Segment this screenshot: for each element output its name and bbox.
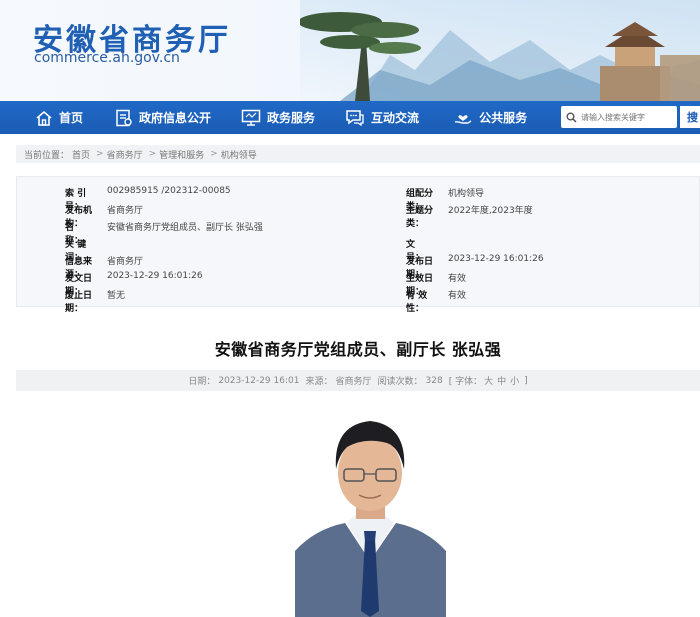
chat-icon (346, 109, 364, 126)
nav-label: 互动交流 (371, 111, 420, 125)
breadcrumb-link-management[interactable]: 管理和服务 (159, 148, 204, 161)
meta-topic: 主题分类： 2022年度,2023年度 (406, 206, 533, 229)
article-date: 2023-12-29 16:01 (218, 375, 300, 386)
breadcrumb-link-home[interactable]: 首页 (72, 148, 90, 161)
breadcrumb: 当前位置： 首页 > 省商务厅 > 管理和服务 > 机构领导 (16, 145, 700, 163)
nav-label: 公共服务 (479, 111, 528, 125)
site-url: commerce.ah.gov.cn (34, 50, 180, 66)
breadcrumb-separator: > (96, 149, 104, 159)
search-button[interactable]: 搜 (680, 106, 700, 128)
breadcrumb-prefix: 当前位置： (24, 150, 70, 161)
document-icon (116, 109, 132, 126)
nav-item-gov-services[interactable]: 政务服务 (241, 101, 315, 134)
metadata-table: 索 引 号： 002985915 /202312-00085 组配分类： 机构领… (16, 176, 700, 314)
breadcrumb-separator: > (148, 149, 157, 159)
meta-validity: 有 效 性： 有效 (406, 291, 467, 314)
nav-item-home[interactable]: 首页 (35, 101, 83, 134)
monitor-icon (241, 109, 261, 126)
nav-item-public-services[interactable]: 公共服务 (453, 101, 527, 134)
nav-label: 政务服务 (267, 111, 316, 125)
nav-label: 政府信息公开 (139, 111, 212, 125)
banner-scenery-image (300, 0, 700, 101)
search-icon (566, 112, 577, 123)
view-count: 328 (425, 375, 443, 386)
font-size-large-button[interactable]: 大 (484, 374, 493, 387)
breadcrumb-link-leaders[interactable]: 机构领导 (221, 148, 257, 161)
font-size-suffix: ] (524, 375, 528, 386)
home-icon (36, 110, 52, 126)
breadcrumb-separator: > (210, 149, 218, 159)
views-label: 阅读次数： (377, 377, 423, 387)
portrait-photo (295, 411, 446, 617)
font-size-medium-button[interactable]: 中 (497, 374, 506, 387)
article-source: 省商务厅 (335, 377, 372, 387)
search-box (561, 106, 677, 128)
nav-label: 首页 (59, 111, 84, 125)
nav-item-gov-info[interactable]: 政府信息公开 (115, 101, 211, 134)
date-label: 日期： (188, 377, 216, 387)
article-title: 安徽省商务厅党组成员、副厅长 张弘强 (214, 340, 502, 359)
font-size-small-button[interactable]: 小 (510, 374, 519, 387)
heart-hand-icon (454, 114, 472, 124)
font-size-prefix: [ 字体： (448, 377, 483, 387)
meta-expire-date: 废止日期： 暂无 (65, 291, 126, 314)
nav-item-interaction[interactable]: 互动交流 (345, 101, 419, 134)
breadcrumb-link-department[interactable]: 省商务厅 (107, 148, 143, 161)
search-input[interactable] (581, 112, 673, 122)
source-label: 来源： (305, 377, 333, 387)
site-header: 安徽省商务厅 commerce.ah.gov.cn (0, 0, 700, 101)
article-info-bar: 日期： 2023-12-29 16:01 来源： 省商务厅 阅读次数： 328 [ 字… (16, 370, 700, 391)
